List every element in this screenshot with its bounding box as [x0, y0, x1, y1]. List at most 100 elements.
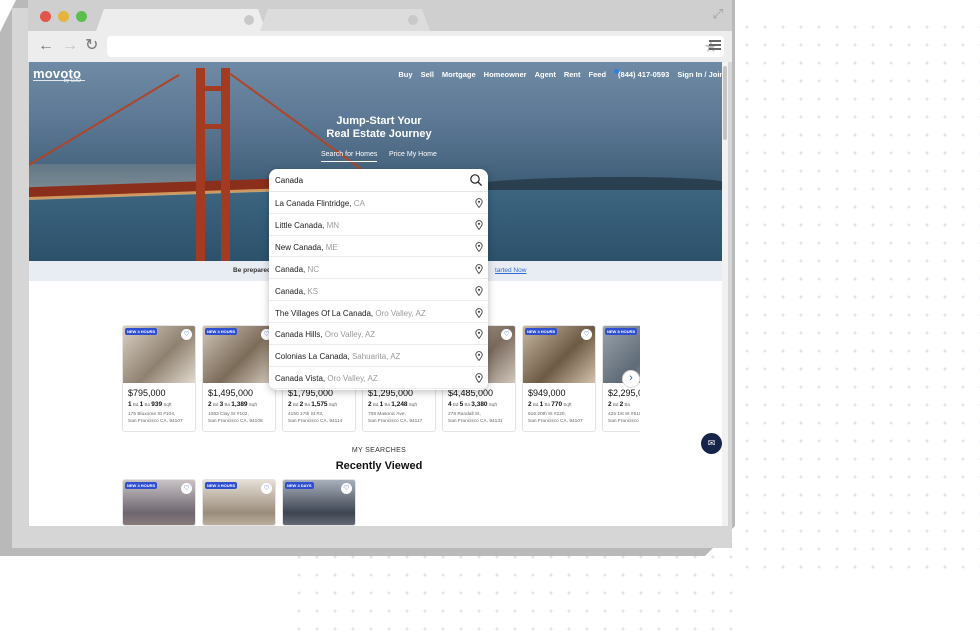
spec-unit: Bd [451, 402, 460, 407]
tab-search-homes[interactable]: Search for Homes [321, 151, 378, 162]
listing-address: 616 20th St #220, San Francisco CA, 94107 [528, 411, 583, 425]
suggestion-item[interactable]: La Canada Flintridge, CA [269, 192, 488, 214]
recently-viewed-list: NEW 4 HOURS ♡ NEW 4 HOURS ♡ NEW 4 DAYS ♡ [122, 479, 382, 526]
heart-icon[interactable]: ♡ [501, 329, 512, 340]
listing-specs: 2 Bd 1 Ba 770 Sqft [528, 401, 571, 408]
heart-icon[interactable]: ♡ [341, 483, 352, 494]
suggestion-name: Canada Vista, Oro Valley, AZ [275, 374, 378, 384]
page-scrollbar[interactable] [722, 62, 728, 526]
suggestion-region: Oro Valley, AZ [325, 374, 378, 384]
nav-homeowner[interactable]: Homeowner [484, 70, 527, 79]
browser-tab-active[interactable] [96, 9, 266, 31]
spec-unit: Bd [211, 402, 220, 407]
spec-unit: Sqft [162, 402, 172, 407]
listing-address-line2: San Francisco CA, 94114 [288, 419, 343, 424]
menu-icon[interactable] [709, 40, 721, 50]
tab-close-icon[interactable] [408, 15, 418, 25]
spec-unit: Sqft [487, 402, 497, 407]
listing-address-line1: 708 Masonic Ave, [368, 412, 406, 417]
search-autocomplete: Canada La Canada Flintridge, CA Little Ca… [269, 169, 488, 390]
close-window-button[interactable] [40, 11, 51, 22]
listing-address: 1083 Clay St #102, San Francisco CA, 9410… [208, 411, 263, 425]
spec-unit: Bd [611, 402, 620, 407]
suggestion-item[interactable]: Canada Vista, Oro Valley, AZ [269, 367, 488, 389]
tab-close-icon[interactable] [244, 15, 254, 25]
listing-specs: 1 Bd 1 Ba 939 Sqft [128, 401, 171, 408]
my-searches-label: MY SEARCHES [351, 447, 407, 454]
listing-address: 425 1st St #510, San Francisco [608, 411, 640, 425]
heart-icon[interactable]: ♡ [181, 483, 192, 494]
location-pin-icon [475, 220, 483, 230]
nav-sign-in[interactable]: Sign In / Join [677, 70, 724, 79]
recently-viewed-card[interactable]: NEW 4 HOURS ♡ [122, 479, 196, 526]
suggestion-item[interactable]: Canada, NC [269, 258, 488, 280]
hero-headline-line2: Real Estate Journey [326, 128, 432, 140]
listing-badge: NEW 4 HOURS [125, 328, 158, 335]
expand-icon[interactable]: ⤢ [713, 6, 723, 22]
location-pin-icon [475, 351, 483, 362]
suggestion-name: Little Canada, MN [275, 220, 340, 230]
listing-address-line2: San Francisco CA, 94131 [448, 419, 503, 424]
heart-icon[interactable]: ♡ [181, 329, 192, 340]
nav-rent[interactable]: Rent [564, 70, 581, 79]
spec-value: 939 [151, 401, 163, 408]
chat-icon[interactable]: ✉ [701, 433, 722, 454]
listing-address-line2: San Francisco CA, 94108 [208, 419, 263, 424]
listing-card[interactable]: NEW 4 HOURS ♡ $1,495,000 2 Bd 3 Ba 1,389 Sq… [202, 325, 276, 432]
listing-address-line2: San Francisco CA, 94107 [128, 419, 183, 424]
forward-arrow-icon[interactable]: → [62, 37, 78, 55]
listing-card[interactable]: NEW 4 HOURS ♡ $949,000 2 Bd 1 Ba 770 Sqft 6… [522, 325, 596, 432]
chevron-right-icon[interactable]: › [622, 370, 640, 388]
suggestion-item[interactable]: Canada, KS [269, 280, 488, 302]
listing-address: 278 Randall St, San Francisco CA, 94131 [448, 411, 503, 425]
nav-buy[interactable]: Buy [398, 70, 412, 79]
suggestion-item[interactable]: The Villages Of La Canada, Oro Valley, A… [269, 302, 488, 324]
heart-icon[interactable]: ♡ [581, 329, 592, 340]
spec-value: 1,248 [391, 401, 408, 408]
nav-mortgage[interactable]: Mortgage [442, 70, 476, 79]
bridge-tower-crossbar [196, 124, 230, 129]
listing-address-line1: 278 Randall St, [448, 412, 481, 417]
banner-text: Be prepared [233, 267, 271, 274]
back-arrow-icon[interactable]: ← [38, 37, 54, 55]
background-dots-right [738, 18, 980, 578]
tab-price-my-home[interactable]: Price My Home [389, 151, 437, 158]
nav-sell[interactable]: Sell [421, 70, 434, 79]
address-bar[interactable]: ★ [107, 36, 724, 57]
search-input[interactable]: Canada [269, 169, 488, 192]
listing-price: $795,000 [128, 388, 166, 398]
suggestion-item[interactable]: Colonias La Canada, Sahuarita, AZ [269, 345, 488, 367]
listing-badge: NEW 4 HOURS [205, 482, 238, 489]
suggestion-region: KS [305, 286, 319, 296]
bridge-cable [29, 74, 180, 166]
suggestion-item[interactable]: Canada Hills, Oro Valley, AZ [269, 323, 488, 346]
spec-unit: Bd [531, 402, 540, 407]
browser-tab-inactive[interactable] [260, 9, 430, 31]
listing-address: 175 Bluxome St #104, San Francisco CA, 94… [128, 411, 183, 425]
search-icon[interactable] [469, 173, 483, 187]
listing-specs: 4 Bd 5 Ba 3,380 Sqft [448, 401, 497, 408]
scrollbar-thumb[interactable] [723, 66, 727, 140]
recently-viewed-card[interactable]: NEW 4 DAYS ♡ [282, 479, 356, 526]
banner-get-started-link[interactable]: tarted Now [495, 267, 526, 274]
spec-unit: Bd [371, 402, 380, 407]
maximize-window-button[interactable] [76, 11, 87, 22]
hero-headline-line1: Jump-Start Your [336, 115, 422, 127]
heart-icon[interactable]: ♡ [261, 483, 272, 494]
nav-feed[interactable]: Feed [589, 70, 607, 79]
listing-address-line1: 1083 Clay St #102, [208, 412, 249, 417]
nav-phone[interactable]: (844) 417-0593 [618, 70, 669, 79]
nav-agent[interactable]: Agent [535, 70, 556, 79]
recently-viewed-title: Recently Viewed [335, 460, 423, 472]
listing-address-line1: 425 1st St #510, [608, 412, 640, 417]
suggestion-item[interactable]: New Canada, ME [269, 236, 488, 258]
minimize-window-button[interactable] [58, 11, 69, 22]
listing-card[interactable]: NEW 4 HOURS ♡ $795,000 1 Bd 1 Ba 939 Sqft 1… [122, 325, 196, 432]
suggestion-region: MN [324, 220, 340, 230]
spec-value: 770 [551, 401, 563, 408]
recently-viewed-card[interactable]: NEW 4 HOURS ♡ [202, 479, 276, 526]
suggestion-region: ME [323, 242, 338, 252]
suggestion-region: CA [351, 199, 365, 208]
suggestion-item[interactable]: Little Canada, MN [269, 214, 488, 236]
reload-icon[interactable]: ↻ [85, 37, 98, 55]
